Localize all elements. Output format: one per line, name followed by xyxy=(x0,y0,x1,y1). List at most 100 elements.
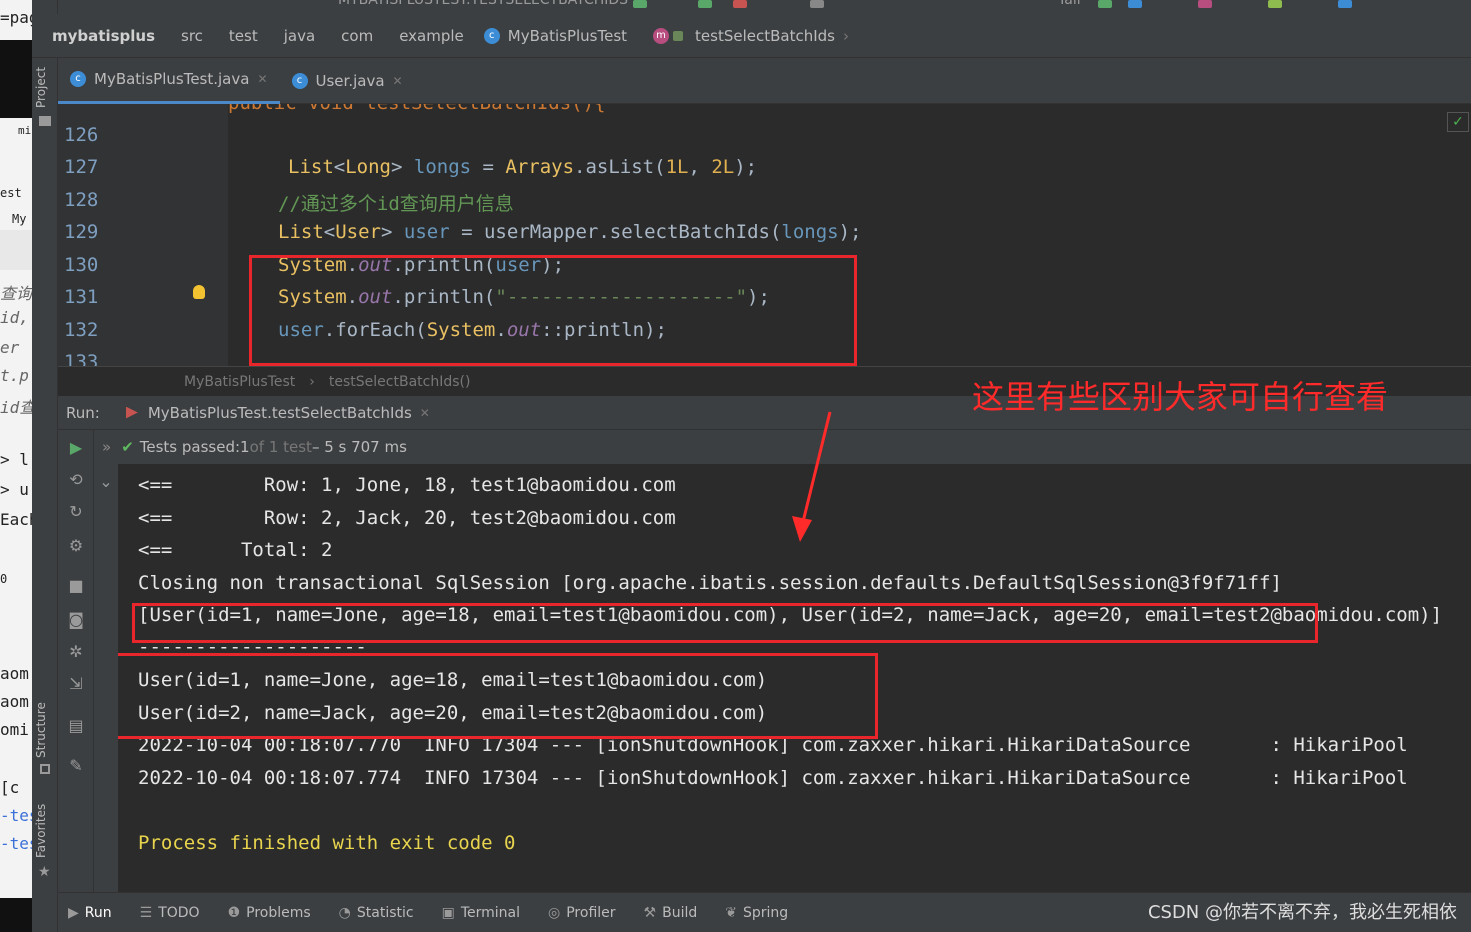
rerun-failed-icon[interactable]: ⟲ xyxy=(66,470,86,490)
tool-icon[interactable] xyxy=(1268,0,1282,8)
editor-breadcrumb-class[interactable]: MyBatisPlusTest xyxy=(184,374,295,390)
lightbulb-icon[interactable] xyxy=(193,285,205,299)
stop-icon[interactable]: ■ xyxy=(66,576,86,596)
tool-icon[interactable] xyxy=(1198,0,1212,8)
breadcrumb-separator: › xyxy=(309,373,315,390)
breadcrumb-method-label: testSelectBatchIds xyxy=(695,26,835,45)
bottom-tab-statistic[interactable]: ◔ Statistic xyxy=(339,905,414,921)
bottom-tab-run[interactable]: ▶ Run xyxy=(68,905,112,921)
run-config-tab[interactable]: MyBatisPlusTest.testSelectBatchIds xyxy=(148,404,412,422)
inspection-ok-icon[interactable]: ✓ xyxy=(1447,112,1469,132)
plugin-icon[interactable] xyxy=(1098,0,1112,8)
breadcrumb-method[interactable]: m testSelectBatchIds › xyxy=(653,27,849,45)
debug-settings-icon[interactable]: ✲ xyxy=(66,642,86,662)
close-icon[interactable]: ✕ xyxy=(393,74,403,88)
exit-icon[interactable]: ⇲ xyxy=(66,674,86,694)
code-editor[interactable]: public void testSelectBatchIds(){ 126 12… xyxy=(58,104,1471,366)
left-tool-stripe: Project Structure Favorites ★ xyxy=(32,0,58,932)
peek-text: [c xyxy=(0,778,20,797)
breadcrumb-test[interactable]: test xyxy=(229,27,258,45)
line-number: 131 xyxy=(64,286,99,308)
class-icon: c xyxy=(70,71,86,87)
bottom-tab-label: Terminal xyxy=(460,904,521,921)
peek-text: Each xyxy=(0,510,32,529)
line-number: 132 xyxy=(64,319,99,341)
chevron-down-icon[interactable]: ⌄ xyxy=(96,472,116,492)
pin-icon[interactable]: ✎ xyxy=(66,756,86,776)
peek-text: aom xyxy=(0,692,29,711)
toggle-auto-test-icon[interactable]: ↻ xyxy=(66,502,86,522)
tests-total: of 1 test xyxy=(249,438,312,456)
run-icon[interactable] xyxy=(633,0,647,8)
peek-text: id查 xyxy=(0,398,32,417)
spring-icon: ❦ xyxy=(725,904,737,921)
favorites-tool-tab[interactable]: Favorites xyxy=(34,804,48,858)
breadcrumb-class[interactable]: c MyBatisPlusTest xyxy=(483,27,627,45)
coverage-icon[interactable] xyxy=(733,0,747,8)
bottom-tab-spring[interactable]: ❦ Spring xyxy=(725,905,788,921)
window-title: MYBATISPLUSTEST.TESTSELECTBATCHIDS xyxy=(338,0,629,8)
tab-label: MyBatisPlusTest.java xyxy=(94,70,250,88)
breadcrumb-src[interactable]: src xyxy=(181,27,203,45)
debug-icon[interactable] xyxy=(698,0,712,8)
peek-text: mi xyxy=(18,124,32,137)
close-icon[interactable]: ✕ xyxy=(257,72,267,86)
test-duration: – 5 s 707 ms xyxy=(311,438,407,456)
project-tool-tab[interactable]: Project xyxy=(34,67,48,108)
peek-text: er xyxy=(0,338,20,357)
method-icon: m xyxy=(653,27,670,44)
peek-text: > u xyxy=(0,480,29,499)
layout-icon[interactable]: ▤ xyxy=(66,716,86,736)
tab-user-java[interactable]: c User.java ✕ xyxy=(280,58,415,104)
bottom-tab-build[interactable]: ⚒ Build xyxy=(644,905,698,921)
settings-wrench-icon[interactable]: ⚙ xyxy=(66,536,86,556)
bottom-tab-problems[interactable]: ❶ Problems xyxy=(228,905,311,921)
top-toolbar: MYBATISPLUSTEST.TESTSELECTBATCHIDS Tail xyxy=(58,0,1471,14)
peek-text: 查询用 xyxy=(0,284,32,303)
navigation-bar: mybatisplus src test java com example c … xyxy=(32,14,1471,58)
peek-text: =pag xyxy=(0,8,32,27)
breadcrumb-java[interactable]: java xyxy=(284,27,315,45)
breadcrumb-project[interactable]: mybatisplus xyxy=(52,27,155,45)
tool-icon[interactable] xyxy=(1338,0,1352,8)
rerun-icon[interactable]: ▶ xyxy=(66,438,86,458)
terminal-icon: ▣ xyxy=(441,904,455,921)
build-icon: ⚒ xyxy=(643,904,657,921)
bottom-tab-label: Statistic xyxy=(356,904,414,921)
run-toolbar: ▶ ⟲ ↻ ⚙ ■ ◙ ✲ ⇲ ▤ ✎ xyxy=(58,430,94,892)
annotation-arrow xyxy=(792,411,832,542)
line-number: 126 xyxy=(64,124,99,146)
line-number: 128 xyxy=(64,189,99,211)
exit-code-line: Process finished with exit code 0 xyxy=(138,832,516,854)
bottom-tab-label: Run xyxy=(84,904,112,921)
code-line-129: List<User> user = userMapper.selectBatch… xyxy=(278,221,862,243)
structure-tool-tab[interactable]: Structure xyxy=(34,702,48,758)
close-icon[interactable]: ✕ xyxy=(420,406,430,420)
code-line-128: //通过多个id查询用户信息 xyxy=(278,193,514,215)
panel-block xyxy=(0,230,32,270)
editor-tab-bar: c MyBatisPlusTest.java ✕ c User.java ✕ xyxy=(58,58,1471,104)
csdn-watermark: CSDN @你若不离不弃，我必生死相依 xyxy=(1147,902,1457,923)
tab-mybatisplustest-java[interactable]: c MyBatisPlusTest.java ✕ xyxy=(58,58,280,104)
bottom-tab-profiler[interactable]: ◎ Profiler xyxy=(548,905,616,921)
problems-icon: ❶ xyxy=(227,904,241,921)
bottom-tab-todo[interactable]: ☰ TODO xyxy=(140,905,200,921)
camera-icon[interactable]: ◙ xyxy=(66,610,86,630)
lock-icon xyxy=(673,30,684,41)
breadcrumb-com[interactable]: com xyxy=(341,27,373,45)
peek-text: aom xyxy=(0,664,29,683)
line-number: 129 xyxy=(64,221,99,243)
background-window: =pag mi est My 查询用 id, er t.p id查 > l > … xyxy=(0,0,32,932)
editor-breadcrumb-method[interactable]: testSelectBatchIds() xyxy=(329,374,471,390)
bottom-tab-terminal[interactable]: ▣ Terminal xyxy=(442,905,520,921)
stop-icon[interactable] xyxy=(810,0,824,8)
run-icon: ▶ xyxy=(68,904,79,921)
console-line: <== Row: 2, Jack, 20, test2@baomidou.com xyxy=(138,507,676,529)
line-number: 130 xyxy=(64,254,99,276)
peek-text: id, xyxy=(0,308,29,327)
peek-text: > l xyxy=(0,450,29,469)
breadcrumb-example[interactable]: example xyxy=(399,27,464,45)
expand-icon[interactable]: » xyxy=(102,438,111,456)
update-icon[interactable] xyxy=(1128,0,1142,8)
console-line: <== Row: 1, Jone, 18, test1@baomidou.com xyxy=(138,474,676,496)
